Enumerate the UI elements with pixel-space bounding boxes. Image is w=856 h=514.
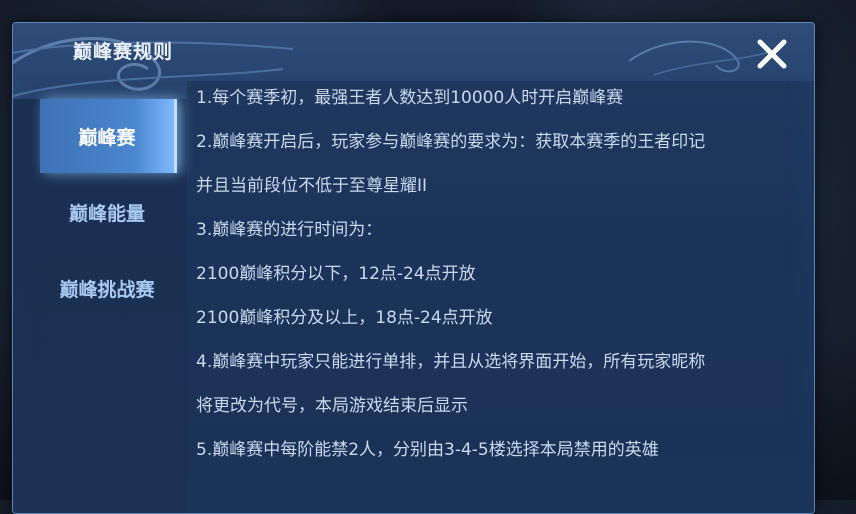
rule-line: 2100巅峰积分及以上，18点-24点开放: [196, 308, 493, 328]
rule-line: 5.巅峰赛中每阶能禁2人，分别由3-4-5楼选择本局禁用的英雄: [196, 440, 659, 460]
rules-text: 1.每个赛季初，最强王者人数达到10000人时开启巅峰赛 2.巅峰赛开启后，玩家…: [196, 76, 796, 472]
rule-line: 2.巅峰赛开启后，玩家参与巅峰赛的要求为：获取本赛季的王者印记: [196, 132, 706, 152]
close-button[interactable]: [751, 33, 793, 75]
rule-line: 3.巅峰赛的进行时间为：: [196, 220, 383, 240]
rule-line: 1.每个赛季初，最强王者人数达到10000人时开启巅峰赛: [196, 88, 624, 108]
rule-line: 2100巅峰积分以下，12点-24点开放: [196, 264, 476, 284]
dialog-header: 巅峰赛规则: [13, 23, 814, 98]
sidebar-item-peak-match[interactable]: 巅峰赛: [40, 99, 177, 173]
rule-line: 并且当前段位不低于至尊星耀II: [196, 176, 428, 196]
rule-line: 4.巅峰赛中玩家只能进行单排，并且从选将界面开始，所有玩家昵称: [196, 352, 706, 372]
close-icon: [757, 39, 787, 69]
rule-line: 将更改为代号，本局游戏结束后显示: [196, 396, 468, 416]
sidebar-item-label: 巅峰能量: [68, 202, 145, 225]
sidebar-item-label: 巅峰挑战赛: [59, 278, 155, 301]
sidebar-item-peak-challenge[interactable]: 巅峰挑战赛: [40, 251, 174, 325]
dialog-title: 巅峰赛规则: [73, 41, 174, 63]
sidebar-item-peak-energy[interactable]: 巅峰能量: [40, 175, 174, 249]
sidebar-item-label: 巅峰赛: [78, 126, 136, 149]
